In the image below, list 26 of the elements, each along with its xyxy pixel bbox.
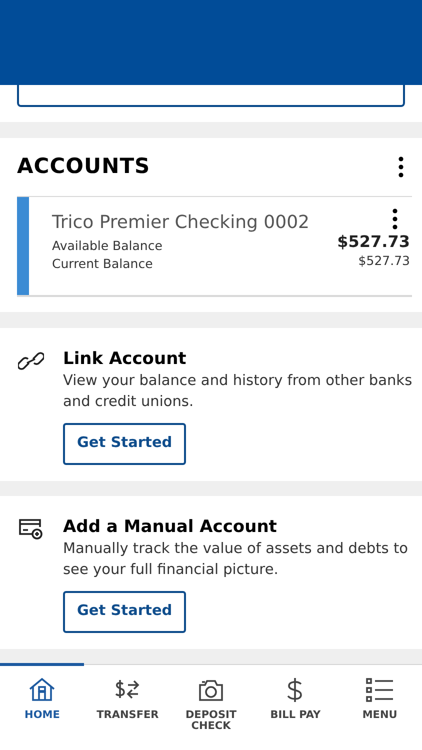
card-description: Manually track the value of assets and debts to see your full financial picture. — [63, 540, 410, 580]
balance-label: Current Balance — [52, 255, 154, 273]
section-title: ACCOUNTS — [17, 153, 150, 180]
nav-tab[interactable]: BILL PAY — [253, 663, 338, 750]
nav-tab[interactable]: TRANSFER — [84, 663, 169, 750]
nav-tab[interactable]: HOME — [0, 663, 84, 750]
nav-tab[interactable]: DEPOSIT CHECK — [168, 663, 254, 750]
button-outline[interactable] — [17, 85, 405, 107]
card-description: View your balance and history from other banks and credit unions. — [63, 372, 414, 412]
balance-label: Available Balance — [52, 237, 164, 255]
more-icon[interactable] — [398, 156, 404, 178]
camera-icon — [198, 678, 224, 702]
card-title: Add a Manual Account — [63, 516, 277, 538]
link-icon — [18, 350, 44, 372]
home-icon — [29, 678, 56, 702]
balance-value: $527.73 — [337, 232, 410, 252]
account-name: Trico Premier Checking 0002 — [52, 211, 310, 235]
nav-tab[interactable]: MENU — [338, 663, 422, 750]
balance-value: $527.73 — [358, 252, 410, 270]
account-row[interactable]: Trico Premier Checking 0002 Available Balance Current Balance $527.73 $527.73 — [29, 197, 412, 295]
card-title: Link Account — [63, 348, 186, 370]
card-add-icon — [18, 518, 44, 540]
more-icon[interactable] — [392, 208, 398, 230]
menu-icon — [366, 678, 394, 702]
get-started-button[interactable]: Get Started — [63, 423, 186, 465]
get-started-button[interactable]: Get Started — [63, 591, 186, 633]
